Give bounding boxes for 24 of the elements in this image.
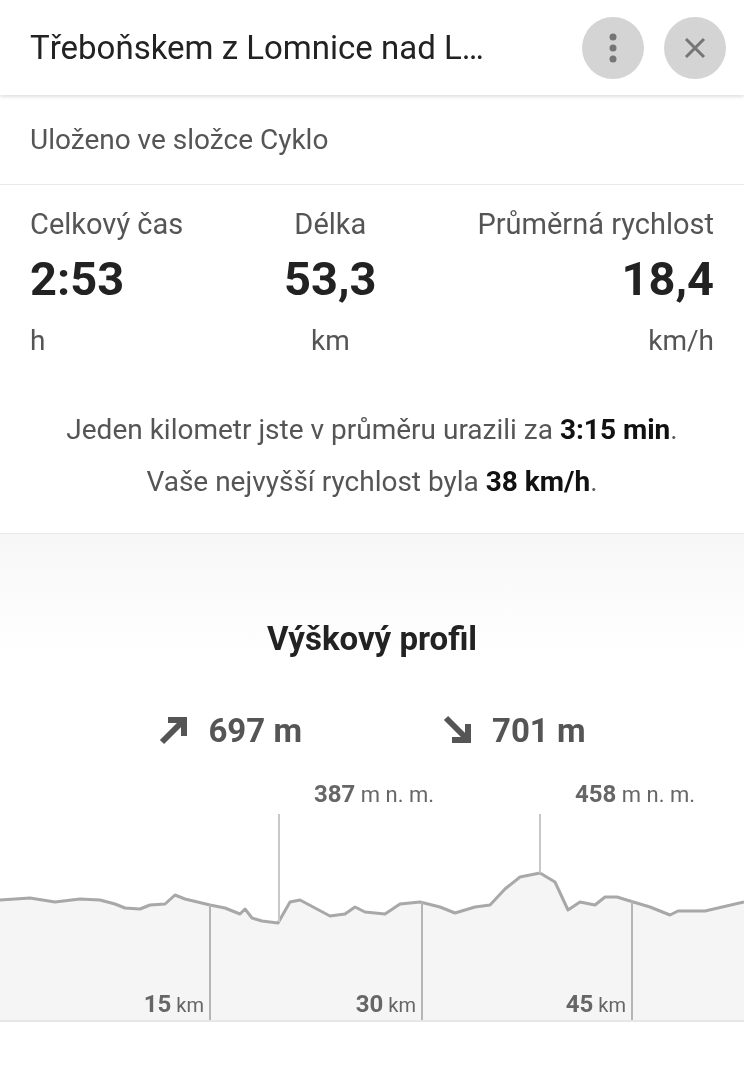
summary-text: Jeden kilometr jste v průměru urazili za 3:15 min. — [65, 412, 679, 448]
peak-label: 458 m n. m. — [575, 779, 695, 810]
stat-unit: km — [310, 323, 350, 359]
stat-value: 2:53 — [30, 250, 125, 308]
section-title: Výškový profil — [266, 618, 478, 660]
folder-label: Uloženo ve složce Cyklo — [30, 121, 329, 158]
more-icon — [609, 32, 617, 63]
descent-value: 701 m — [492, 709, 586, 752]
stat-label: Průměrná rychlost — [477, 206, 714, 243]
close-icon — [684, 36, 706, 59]
summary-text: Vaše nejvyšší rychlost byla 38 km/h. — [145, 464, 599, 500]
stat-label: Délka — [294, 206, 367, 243]
stat-value: 18,4 — [621, 250, 714, 308]
stat-value: 53,3 — [284, 250, 377, 308]
stat-unit: km/h — [648, 323, 714, 359]
peak-line — [539, 813, 541, 874]
peak-label: 387 m n. m. — [314, 779, 434, 810]
stat-label: Celkový čas — [30, 206, 184, 243]
distance-label: 15 km — [143, 989, 205, 1020]
distance-label: 45 km — [565, 989, 627, 1020]
stat-unit: h — [30, 323, 46, 359]
ascent-value: 697 m — [208, 709, 302, 752]
route-title: Třeboňskem z Lomnice nad L… — [30, 26, 485, 69]
distance-label: 30 km — [355, 989, 417, 1020]
